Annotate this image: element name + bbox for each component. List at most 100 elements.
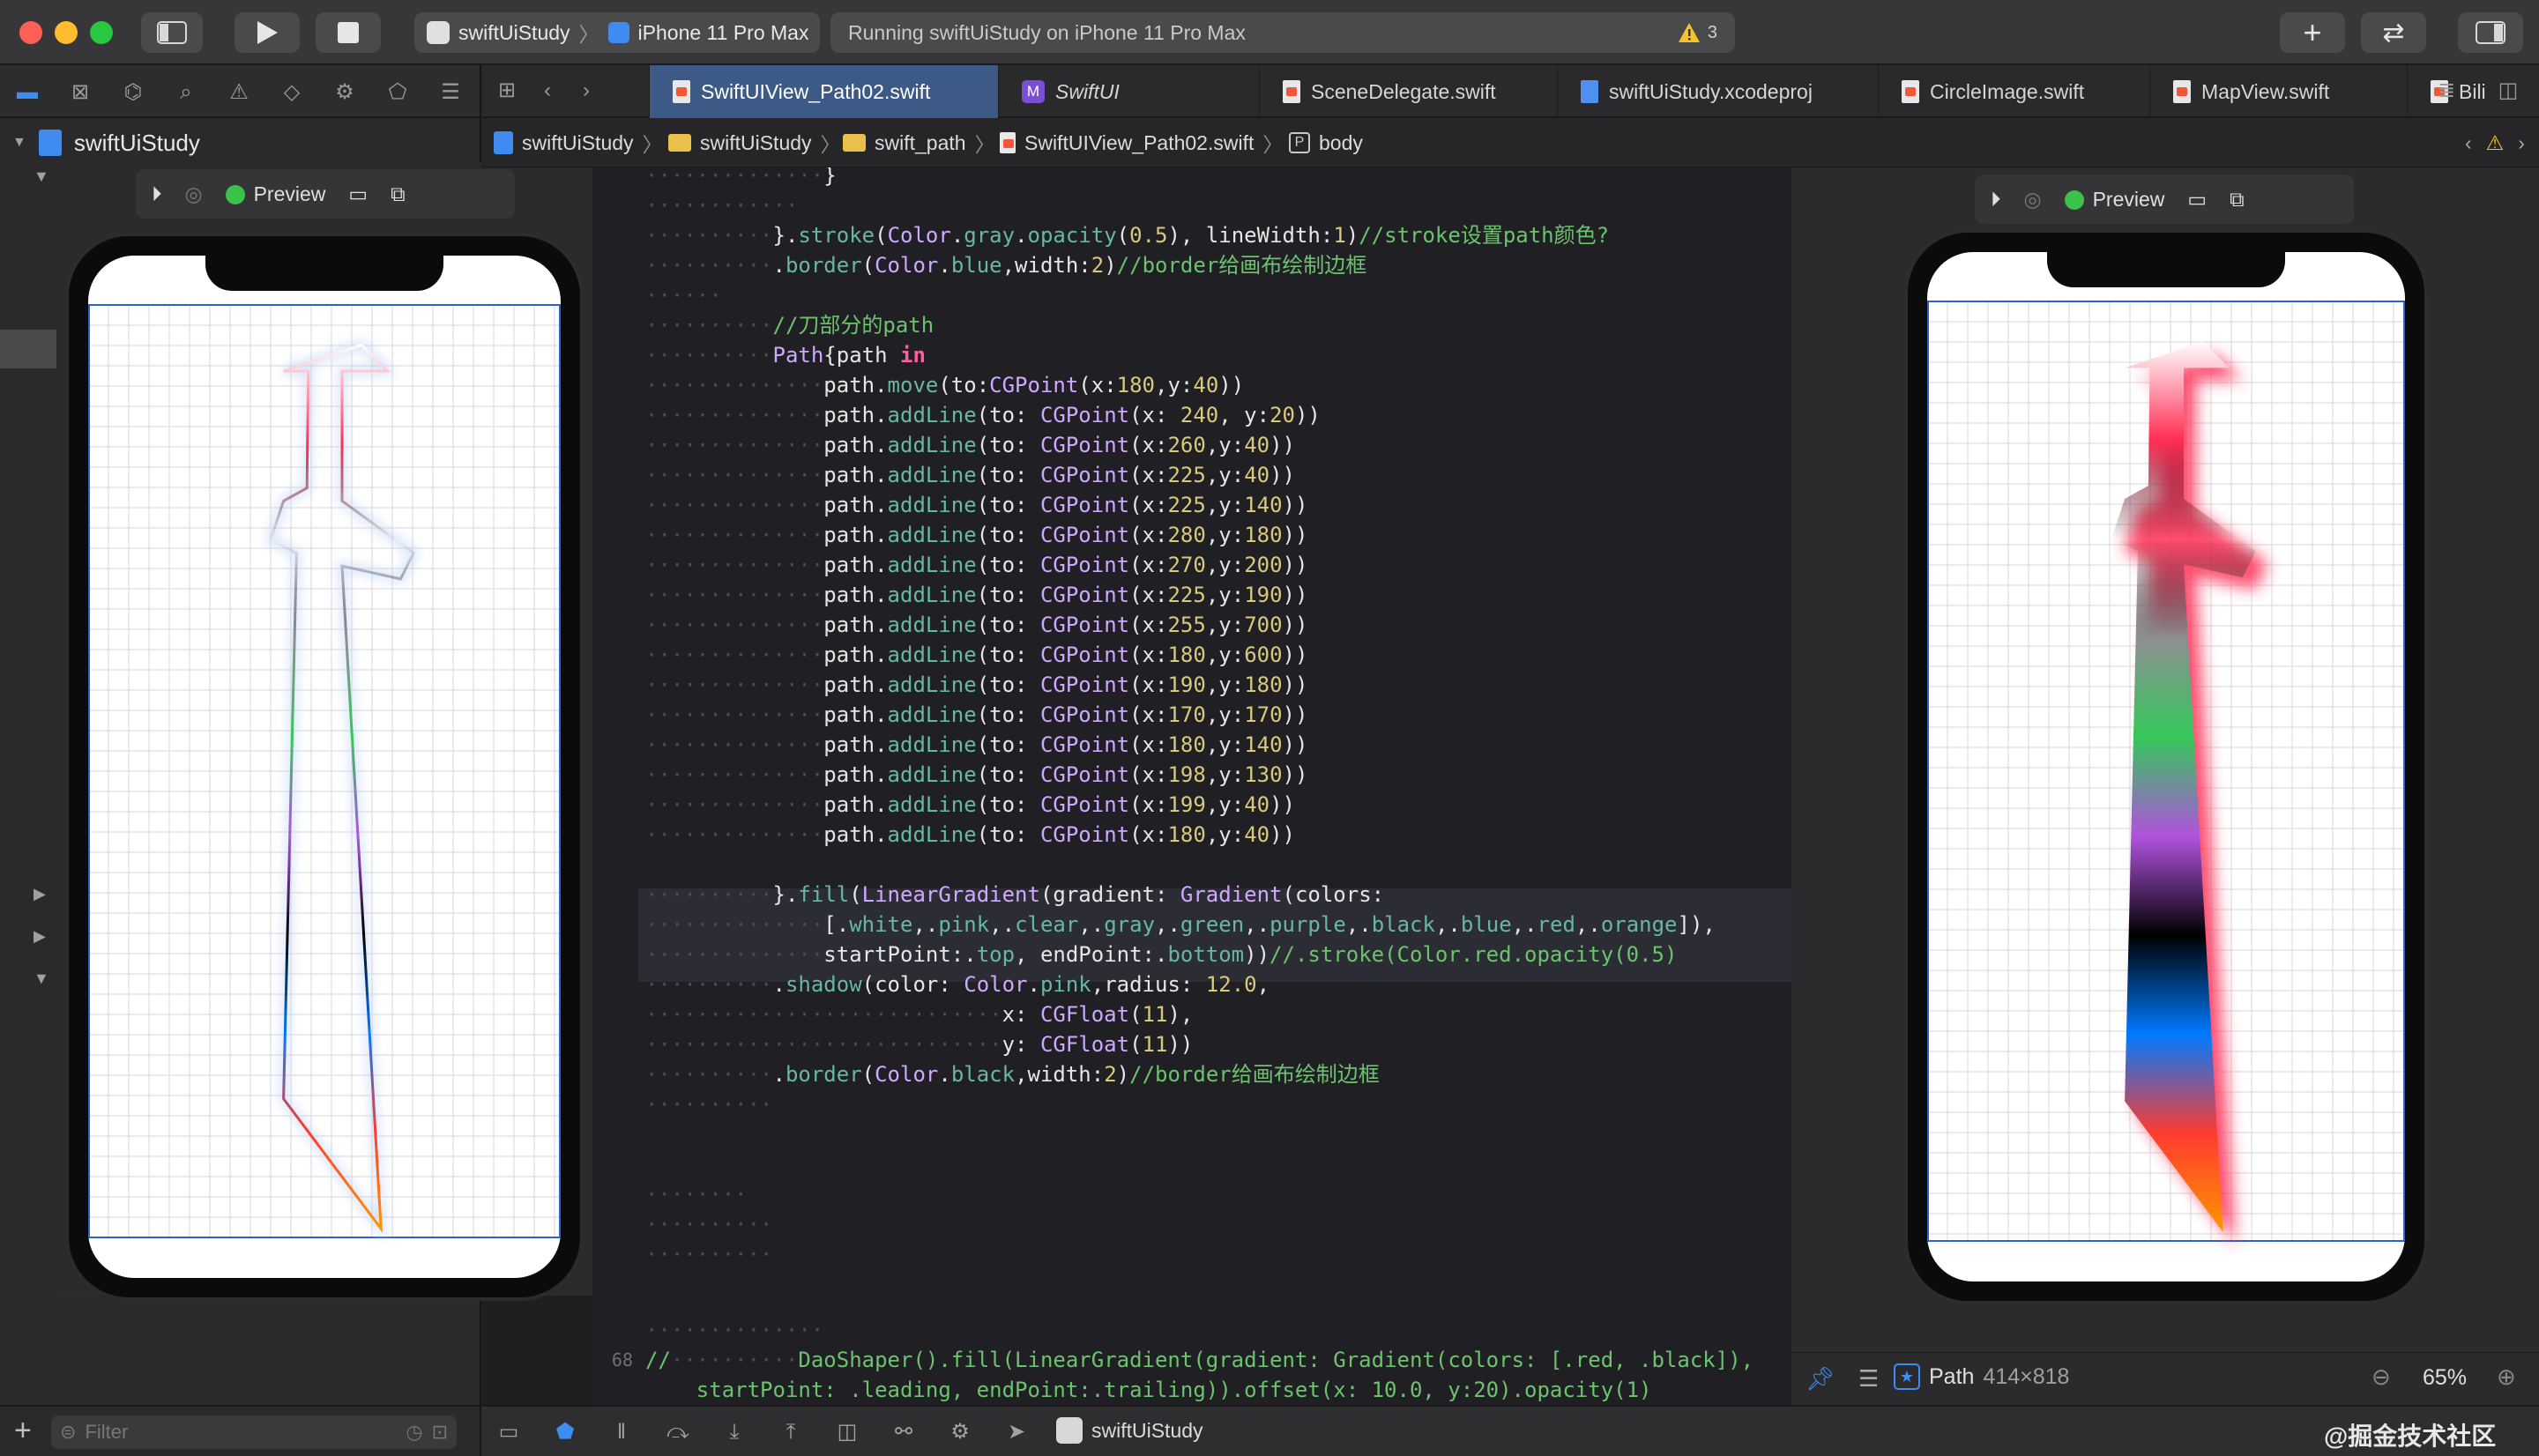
- code-line[interactable]: ··············path.addLine(to: CGPoint(x…: [645, 730, 1307, 760]
- inspect-icon[interactable]: ◎: [185, 182, 203, 206]
- live-preview-icon[interactable]: ⏵: [1991, 188, 2001, 212]
- code-line[interactable]: ··········: [645, 1239, 773, 1269]
- disclosure-down-icon[interactable]: ▼: [34, 167, 49, 186]
- code-line[interactable]: ··············path.addLine(to: CGPoint(x…: [645, 610, 1307, 640]
- code-line[interactable]: ··········}.fill(LinearGradient(gradient…: [645, 880, 1384, 910]
- crumb-symbol[interactable]: Pbody: [1289, 118, 1363, 167]
- debug-icon[interactable]: ⚙: [331, 79, 358, 106]
- code-line[interactable]: ··············path.addLine(to: CGPoint(x…: [645, 700, 1307, 730]
- breakpoint-icon[interactable]: ⬠: [384, 79, 411, 106]
- code-line[interactable]: ··········.shadow(color: Color.pink,radi…: [645, 969, 1270, 999]
- code-review-button[interactable]: ⇄: [2361, 12, 2426, 53]
- hide-debug-area-icon[interactable]: ▭: [495, 1419, 522, 1445]
- code-line[interactable]: ··············path.addLine(to: CGPoint(x…: [645, 820, 1295, 850]
- preview-button[interactable]: Preview: [225, 182, 325, 206]
- code-line[interactable]: ··········: [645, 1209, 773, 1239]
- crumb-project[interactable]: swiftUiStudy 〉: [494, 118, 663, 167]
- code-line[interactable]: ··············path.addLine(to: CGPoint(x…: [645, 640, 1307, 670]
- live-preview-icon[interactable]: ⏵: [152, 182, 162, 206]
- device-icon[interactable]: ▭: [348, 182, 368, 206]
- sliders-icon[interactable]: ☰: [1858, 1365, 1879, 1393]
- close-window-button[interactable]: [19, 21, 42, 44]
- warnings-indicator[interactable]: 3: [1678, 22, 1717, 43]
- disclosure-right-icon[interactable]: ▶: [34, 927, 46, 946]
- code-line[interactable]: ··········.border(Color.black,width:2)//…: [645, 1059, 1380, 1089]
- code-line[interactable]: ··············path.addLine(to: CGPoint(x…: [645, 400, 1321, 430]
- device-icon[interactable]: ▭: [2187, 188, 2207, 212]
- related-items-icon[interactable]: ≣: [2433, 78, 2460, 104]
- code-line[interactable]: ··············path.addLine(to: CGPoint(x…: [645, 760, 1307, 790]
- recent-clock-icon[interactable]: ◷: [406, 1421, 422, 1444]
- environment-overrides-icon[interactable]: ⚙: [947, 1419, 973, 1445]
- debug-target[interactable]: swiftUiStudy: [1056, 1417, 1203, 1444]
- inspect-icon[interactable]: ◎: [2024, 188, 2042, 212]
- pause-icon[interactable]: ‖: [608, 1419, 635, 1445]
- code-line[interactable]: ··············path.addLine(to: CGPoint(x…: [645, 670, 1307, 700]
- library-button[interactable]: +: [2280, 12, 2345, 53]
- report-icon[interactable]: ☰: [437, 79, 464, 106]
- step-out-icon[interactable]: ⤒: [778, 1419, 804, 1445]
- code-line[interactable]: ··········.border(Color.blue,width:2)//b…: [645, 250, 1366, 280]
- tab-scenedelegate[interactable]: SceneDelegate.swift: [1259, 65, 1557, 118]
- code-line[interactable]: ····························y: CGFloat(1…: [645, 1029, 1193, 1059]
- disclosure-down-icon[interactable]: ▼: [12, 135, 26, 151]
- code-line[interactable]: ··············startPoint:.top, endPoint:…: [645, 940, 1677, 969]
- issue-warning-icon[interactable]: ⚠: [226, 79, 252, 106]
- memory-graph-icon[interactable]: ⚯: [890, 1419, 917, 1445]
- navigator-toggle-button[interactable]: [141, 12, 203, 53]
- stop-button[interactable]: [316, 12, 381, 53]
- tab-swiftui[interactable]: M SwiftUI: [998, 65, 1259, 118]
- code-line[interactable]: ········: [645, 1179, 748, 1209]
- project-root-row[interactable]: ▼ swiftUiStudy: [12, 125, 200, 160]
- forward-chevron-icon[interactable]: ›: [2518, 131, 2525, 155]
- folder-icon[interactable]: ▬: [14, 79, 41, 106]
- test-diamond-icon[interactable]: ◇: [279, 79, 305, 106]
- view-hierarchy-icon[interactable]: ◫: [834, 1419, 860, 1445]
- issue-navigator[interactable]: ‹ ⚠ ›: [2465, 118, 2525, 167]
- source-control-icon[interactable]: ⊠: [67, 79, 93, 106]
- minimize-window-button[interactable]: [55, 21, 78, 44]
- code-line[interactable]: ····························x: CGFloat(1…: [645, 999, 1193, 1029]
- code-line[interactable]: ··············path.move(to:CGPoint(x:180…: [645, 370, 1244, 400]
- grid-icon[interactable]: ⊞: [494, 78, 520, 104]
- back-chevron-icon[interactable]: ‹: [534, 78, 561, 104]
- code-line[interactable]: ··············path.addLine(to: CGPoint(x…: [645, 580, 1307, 610]
- zoom-level[interactable]: 65%: [2423, 1365, 2467, 1391]
- disclosure-down-icon[interactable]: ▼: [34, 969, 49, 988]
- location-arrow-icon[interactable]: ➤: [1003, 1419, 1030, 1445]
- run-button[interactable]: [235, 12, 300, 53]
- preview-button[interactable]: Preview: [2064, 188, 2164, 212]
- step-over-icon[interactable]: ⤼: [665, 1419, 691, 1445]
- tab-mapview[interactable]: MapView.swift: [2149, 65, 2407, 118]
- code-line[interactable]: ··········//刀部分的path: [645, 310, 934, 340]
- crumb-folder[interactable]: swift_path 〉: [843, 118, 995, 167]
- code-line[interactable]: ··············path.addLine(to: CGPoint(x…: [645, 520, 1307, 550]
- code-line[interactable]: ··········Path{path in: [645, 340, 926, 370]
- back-chevron-icon[interactable]: ‹: [2465, 131, 2472, 155]
- code-line[interactable]: //··········DaoShaper().fill(LinearGradi…: [645, 1345, 1753, 1375]
- source-editor[interactable]: 686970 ··············}··················…: [592, 167, 1791, 1414]
- duplicate-preview-icon[interactable]: ⧉: [2230, 188, 2244, 212]
- code-line[interactable]: ··············}: [645, 167, 837, 190]
- tab-swiftuiview-path02[interactable]: SwiftUIView_Path02.swift: [649, 65, 998, 118]
- tab-circleimage[interactable]: CircleImage.swift: [1878, 65, 2149, 118]
- crumb-file[interactable]: SwiftUIView_Path02.swift 〉: [1000, 118, 1283, 167]
- code-line[interactable]: ··········}.stroke(Color.gray.opacity(0.…: [645, 220, 1609, 250]
- breakpoints-toggle-icon[interactable]: ⬟: [552, 1419, 578, 1445]
- forward-chevron-icon[interactable]: ›: [573, 78, 599, 104]
- filter-field[interactable]: ⊜ Filter ◷ ⊡: [51, 1415, 457, 1449]
- code-line[interactable]: ··············path.addLine(to: CGPoint(x…: [645, 490, 1307, 520]
- duplicate-preview-icon[interactable]: ⧉: [391, 182, 405, 206]
- step-into-icon[interactable]: ⤓: [721, 1419, 748, 1445]
- add-plus-icon[interactable]: +: [14, 1414, 32, 1448]
- code-line[interactable]: startPoint: .leading, endPoint:.trailing…: [645, 1375, 1652, 1405]
- scheme-selector[interactable]: swiftUiStudy 〉 iPhone 11 Pro Max: [414, 12, 820, 53]
- code-line[interactable]: ······: [645, 280, 722, 310]
- code-line[interactable]: ··············path.addLine(to: CGPoint(x…: [645, 460, 1295, 490]
- search-icon[interactable]: ⌕: [173, 79, 199, 106]
- zoom-out-icon[interactable]: ⊖: [2371, 1363, 2391, 1391]
- code-line[interactable]: ············: [645, 190, 798, 220]
- symbol-icon[interactable]: ⌬: [120, 79, 146, 106]
- disclosure-right-icon[interactable]: ▶: [34, 885, 46, 903]
- scm-filter-icon[interactable]: ⊡: [432, 1421, 448, 1444]
